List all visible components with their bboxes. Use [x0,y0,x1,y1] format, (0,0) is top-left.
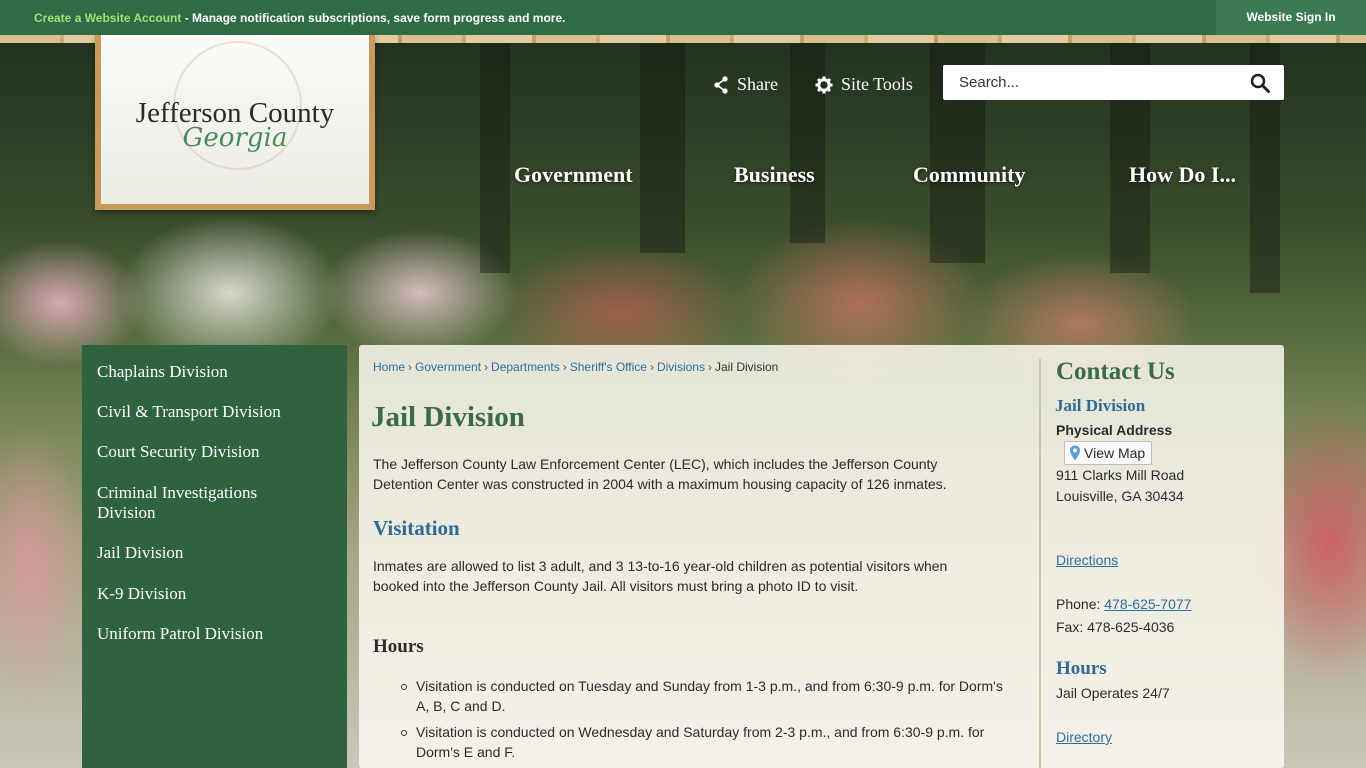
top-bar: Create a Website Account - Manage notifi… [0,0,1366,35]
list-item: Visitation is conducted on Tuesday and S… [401,676,1016,716]
tree-trunk [640,43,685,253]
gear-icon [815,76,833,93]
directions-link[interactable]: Directions [1056,552,1118,568]
view-map-label: View Map [1084,445,1146,461]
list-item: Visitation is conducted on Wednesday and… [401,722,1016,762]
column-divider [1039,359,1041,768]
address-line-2: Louisville, GA 30434 [1056,488,1184,504]
breadcrumb: Home › Government › Departments › Sheriff's Of… [373,360,779,374]
tree-trunk [790,43,825,243]
view-map-button[interactable]: View Map [1064,441,1153,465]
map-pin-icon [1070,445,1080,461]
breadcrumb-sheriffs-office[interactable]: Sheriff's Office [570,360,647,374]
intro-paragraph: The Jefferson County Law Enforcement Cen… [373,456,947,492]
share-icon [714,75,728,94]
website-sign-in-button[interactable]: Website Sign In [1216,0,1366,35]
breadcrumb-divisions[interactable]: Divisions [657,360,705,374]
visitation-paragraph: Inmates are allowed to list 3 adult, and… [373,558,948,594]
nav-community[interactable]: Community [913,162,1025,188]
sidebar-item-k9[interactable]: K-9 Division [97,584,337,604]
sidebar: Chaplains Division Civil & Transport Div… [82,345,347,768]
sidebar-item-uniform-patrol[interactable]: Uniform Patrol Division [97,624,337,644]
fax-line: Fax: 478-625-4036 [1056,619,1175,635]
nav-business[interactable]: Business [734,162,815,188]
account-message: Create a Website Account - Manage notifi… [34,11,565,25]
sidebar-item-jail[interactable]: Jail Division [97,543,337,563]
main-content: Home › Government › Departments › Sheriff's Of… [359,345,1284,768]
logo-script: Georgia [182,123,288,153]
breadcrumb-home[interactable]: Home [373,360,405,374]
account-message-text: - Manage notification subscriptions, sav… [181,11,566,25]
hours-item-text: Visitation is conducted on Tuesday and S… [416,678,1003,714]
phone-label: Phone: [1056,596,1105,612]
search-input[interactable] [957,73,1231,92]
phone-line: Phone: 478-625-7077 [1056,596,1191,612]
nav-how-do-i[interactable]: How Do I... [1129,162,1236,188]
directory-link[interactable]: Directory [1056,729,1112,745]
share-button[interactable]: Share [713,74,778,95]
search-box [943,65,1284,100]
hours-item-text: Visitation is conducted on Wednesday and… [416,724,985,760]
nav-government[interactable]: Government [514,162,633,188]
breadcrumb-government[interactable]: Government [415,360,481,374]
sidebar-item-chaplains[interactable]: Chaplains Division [97,362,337,382]
address-line-1: 911 Clarks Mill Road [1056,467,1185,483]
breadcrumb-current: Jail Division [714,360,779,374]
search-icon[interactable] [1250,73,1270,93]
sidebar-item-criminal-investigations[interactable]: Criminal Investigations Division [97,483,297,523]
contact-hours-text: Jail Operates 24/7 [1056,685,1170,701]
contact-name-link[interactable]: Jail Division [1055,396,1145,416]
address-label: Physical Address [1056,422,1173,438]
contact-hours-heading: Hours [1056,658,1107,679]
visitation-heading: Visitation [373,516,460,540]
site-tools-button[interactable]: Site Tools [815,74,913,95]
phone-link[interactable]: 478-625-7077 [1104,596,1191,612]
create-account-link[interactable]: Create a Website Account [34,11,181,25]
sidebar-item-civil-transport[interactable]: Civil & Transport Division [97,402,337,422]
share-label: Share [737,74,778,94]
breadcrumb-departments[interactable]: Departments [491,360,560,374]
hours-heading: Hours [373,636,424,657]
site-tools-label: Site Tools [841,74,913,94]
tree-trunk [480,43,510,273]
sidebar-item-court-security[interactable]: Court Security Division [97,442,337,462]
page-title: Jail Division [371,401,525,433]
contact-title: Contact Us [1056,358,1175,385]
main-nav: Government Business Community How Do I..… [0,162,1366,192]
